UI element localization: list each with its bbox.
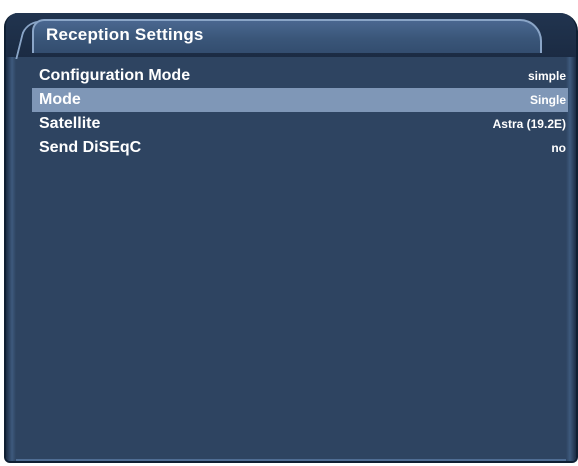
setting-row-send-diseqc[interactable]: Send DiSEqC no bbox=[32, 136, 568, 160]
window-title: Reception Settings bbox=[46, 25, 204, 44]
setting-label: Send DiSEqC bbox=[39, 139, 142, 156]
setting-row-satellite[interactable]: Satellite Astra (19.2E) bbox=[32, 112, 568, 136]
window-frame-left bbox=[6, 13, 16, 461]
setting-row-configuration-mode[interactable]: Configuration Mode simple bbox=[32, 64, 568, 88]
setting-label: Mode bbox=[39, 91, 81, 108]
setting-value: simple bbox=[527, 69, 566, 83]
title-bar: Reception Settings bbox=[6, 13, 576, 59]
setting-value: no bbox=[551, 141, 566, 155]
setting-row-mode[interactable]: Mode Single bbox=[32, 88, 568, 112]
settings-list: Configuration Mode simple Mode Single Sa… bbox=[32, 64, 568, 160]
reception-settings-window: Reception Settings Configuration Mode si… bbox=[4, 13, 578, 463]
setting-value: Astra (19.2E) bbox=[492, 117, 566, 131]
setting-label: Configuration Mode bbox=[39, 67, 191, 84]
setting-value: Single bbox=[529, 93, 566, 107]
setting-label: Satellite bbox=[39, 115, 101, 132]
